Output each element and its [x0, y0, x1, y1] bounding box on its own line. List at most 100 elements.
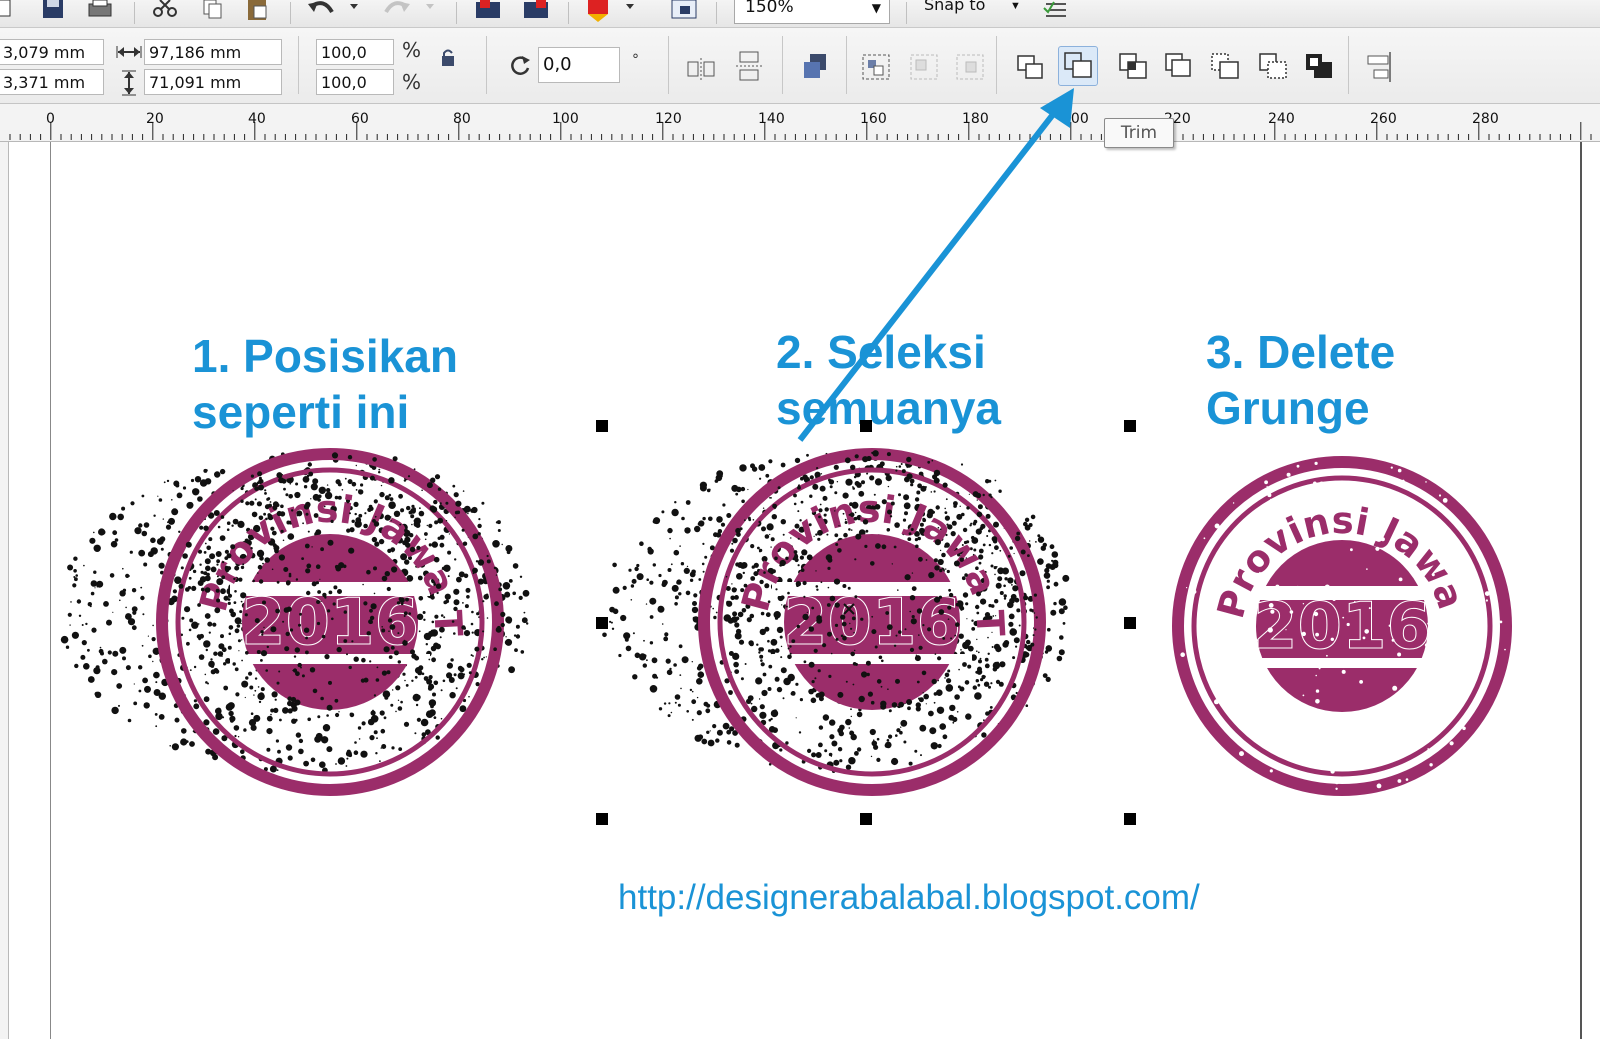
grunge-speck — [696, 678, 703, 685]
create-boundary-icon[interactable] — [1300, 50, 1338, 86]
grunge-speck — [674, 595, 679, 600]
grunge-speck — [735, 628, 742, 635]
grunge-speck — [811, 680, 815, 684]
selection-handle-left[interactable] — [596, 617, 608, 629]
grunge-speck — [949, 704, 956, 712]
arrange-icon[interactable] — [800, 52, 830, 82]
distress-speck — [1395, 594, 1398, 597]
stamp-with-grunge-1[interactable]: Provinsi Jawa Tengah 2016 — [60, 432, 560, 812]
grunge-speck — [75, 574, 78, 577]
object-height-field[interactable]: 71,091 mm — [144, 69, 282, 95]
snap-options-icon[interactable] — [1040, 0, 1072, 24]
grunge-speck — [964, 573, 968, 577]
grunge-speck — [486, 559, 491, 564]
import-icon[interactable] — [472, 0, 508, 24]
grunge-speck — [345, 765, 348, 767]
grunge-speck — [848, 528, 851, 531]
selection-handle-top-left[interactable] — [596, 420, 608, 432]
grunge-speck — [178, 583, 184, 589]
new-icon[interactable] — [0, 0, 20, 24]
cut-icon[interactable] — [150, 0, 180, 24]
grunge-speck — [173, 480, 180, 487]
grunge-speck — [430, 506, 438, 513]
grunge-speck — [979, 657, 982, 660]
front-minus-back-icon[interactable] — [1206, 50, 1244, 86]
scale-x-field[interactable]: 100,0 — [316, 39, 394, 65]
grunge-speck — [715, 738, 720, 743]
grunge-speck — [94, 587, 96, 589]
align-distribute-icon[interactable] — [1362, 50, 1396, 84]
rotation-angle-field[interactable]: 0,0 — [538, 47, 620, 83]
copy-icon[interactable] — [200, 0, 226, 24]
distress-speck — [1440, 539, 1443, 542]
grunge-speck — [815, 693, 821, 698]
grunge-speck — [508, 666, 515, 674]
export-icon[interactable] — [520, 0, 556, 24]
selection-handle-right[interactable] — [1124, 617, 1136, 629]
ungroup-all-icon[interactable] — [954, 52, 986, 82]
distress-speck — [1313, 481, 1317, 486]
save-icon[interactable] — [40, 0, 66, 24]
selection-handle-bottom-left[interactable] — [596, 813, 608, 825]
distress-speck — [1239, 743, 1241, 745]
grunge-speck — [661, 510, 665, 514]
grunge-speck — [1002, 641, 1009, 648]
grunge-speck — [326, 714, 329, 717]
mirror-horizontal-icon[interactable] — [686, 56, 716, 82]
simplify-icon[interactable] — [1160, 50, 1198, 86]
distress-speck — [1270, 609, 1275, 614]
selection-handle-bottom[interactable] — [860, 813, 872, 825]
stamp-clean[interactable]: Provinsi Jawa Tengah 2016 — [1150, 448, 1530, 818]
grunge-speck — [898, 493, 901, 497]
grunge-speck — [698, 578, 702, 581]
selection-handle-top-right[interactable] — [1124, 420, 1136, 432]
grunge-speck — [986, 535, 989, 537]
distress-speck — [1375, 756, 1381, 762]
mirror-vertical-icon[interactable] — [734, 50, 764, 82]
paste-icon[interactable] — [244, 0, 272, 24]
grunge-speck — [906, 699, 913, 705]
zoom-level-icon[interactable] — [668, 0, 700, 24]
lock-ratio-icon[interactable] — [440, 48, 456, 68]
trim-icon[interactable] — [1058, 46, 1098, 86]
redo-icon[interactable] — [380, 0, 440, 24]
group-icon[interactable] — [860, 52, 892, 82]
publish-pdf-icon[interactable] — [582, 0, 642, 24]
distress-speck — [1295, 585, 1300, 591]
undo-icon[interactable] — [306, 0, 362, 24]
position-x-field[interactable]: 3,079 mm — [0, 39, 104, 65]
grunge-speck — [433, 499, 438, 505]
snap-to-label[interactable]: Snap to — [924, 0, 985, 14]
grunge-speck — [76, 599, 82, 604]
grunge-speck — [411, 523, 413, 526]
grunge-speck — [990, 682, 993, 685]
ungroup-icon[interactable] — [908, 52, 940, 82]
print-icon[interactable] — [86, 0, 114, 24]
back-minus-front-icon[interactable] — [1254, 50, 1292, 86]
grunge-speck — [997, 576, 1003, 582]
intersect-icon[interactable] — [1114, 50, 1152, 86]
weld-icon[interactable] — [1012, 50, 1050, 86]
chevron-down-icon[interactable]: ▼ — [1010, 0, 1021, 12]
grunge-speck — [813, 535, 815, 537]
grunge-speck — [669, 537, 671, 540]
grunge-speck — [181, 728, 187, 734]
zoom-level-select[interactable]: 150% ▼ — [734, 0, 890, 24]
object-width-field[interactable]: 97,186 mm — [144, 39, 282, 65]
grunge-speck — [475, 560, 479, 563]
selection-handle-bottom-right[interactable] — [1124, 813, 1136, 825]
stamp-with-grunge-2[interactable]: Provinsi Jawa Tengah 2016 — [602, 432, 1102, 812]
distress-speck — [1400, 545, 1404, 549]
grunge-speck — [431, 657, 436, 663]
grunge-speck — [894, 522, 900, 528]
grunge-speck — [947, 618, 950, 620]
ruler-label: 140 — [758, 111, 785, 127]
position-y-field[interactable]: 3,371 mm — [0, 69, 104, 95]
property-bar: 3,079 mm 3,371 mm 97,186 mm 71,091 mm 10… — [0, 28, 1600, 104]
grunge-speck — [862, 456, 869, 463]
grunge-speck — [760, 659, 763, 662]
selection-handle-top[interactable] — [860, 420, 872, 432]
scale-y-field[interactable]: 100,0 — [316, 69, 394, 95]
grunge-speck — [295, 671, 300, 677]
grunge-speck — [1044, 567, 1050, 574]
